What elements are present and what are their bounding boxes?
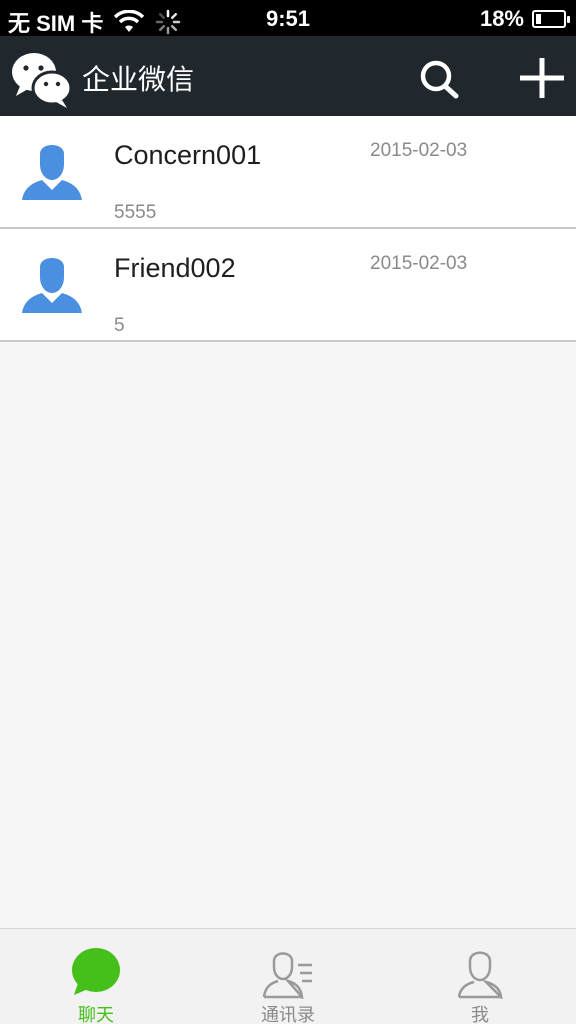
- app-header: 企业微信: [0, 36, 576, 116]
- search-icon[interactable]: [414, 56, 466, 100]
- battery-icon: [532, 10, 570, 28]
- tab-chats[interactable]: 聊天: [0, 929, 192, 1024]
- tab-contacts[interactable]: 通讯录: [192, 929, 384, 1024]
- chat-date: 2015-02-03: [370, 140, 468, 161]
- battery-percent: 18%: [479, 6, 524, 31]
- chat-bubble-icon: [72, 948, 120, 995]
- list-item[interactable]: Concern001 2015-02-03 5555: [0, 116, 576, 229]
- status-bar: 无 SIM 卡 9:51 18%: [0, 0, 576, 36]
- person-icon: [457, 951, 503, 999]
- chat-name: Concern001: [114, 140, 262, 170]
- plus-icon[interactable]: [516, 56, 568, 100]
- tab-label: 我: [471, 1005, 489, 1024]
- avatar-icon: [22, 258, 82, 313]
- avatar-icon: [22, 145, 82, 200]
- tab-label: 通讯录: [261, 1005, 315, 1024]
- chat-name: Friend002: [114, 253, 236, 283]
- list-item[interactable]: Friend002 2015-02-03 5: [0, 229, 576, 342]
- wechat-logo-icon: [12, 53, 72, 108]
- page-title: 企业微信: [82, 63, 195, 96]
- battery-fill: [536, 14, 541, 24]
- tab-bar: 聊天 通讯录 我: [0, 928, 576, 1024]
- tab-label: 聊天: [78, 1005, 114, 1024]
- chat-preview: 5555: [114, 202, 157, 223]
- chat-list: Concern001 2015-02-03 5555 Friend002 201…: [0, 116, 576, 342]
- status-right: 18%: [479, 6, 570, 32]
- chat-date: 2015-02-03: [370, 253, 468, 274]
- contacts-icon: [262, 952, 312, 999]
- chat-preview: 5: [114, 315, 125, 336]
- tab-me[interactable]: 我: [384, 929, 576, 1024]
